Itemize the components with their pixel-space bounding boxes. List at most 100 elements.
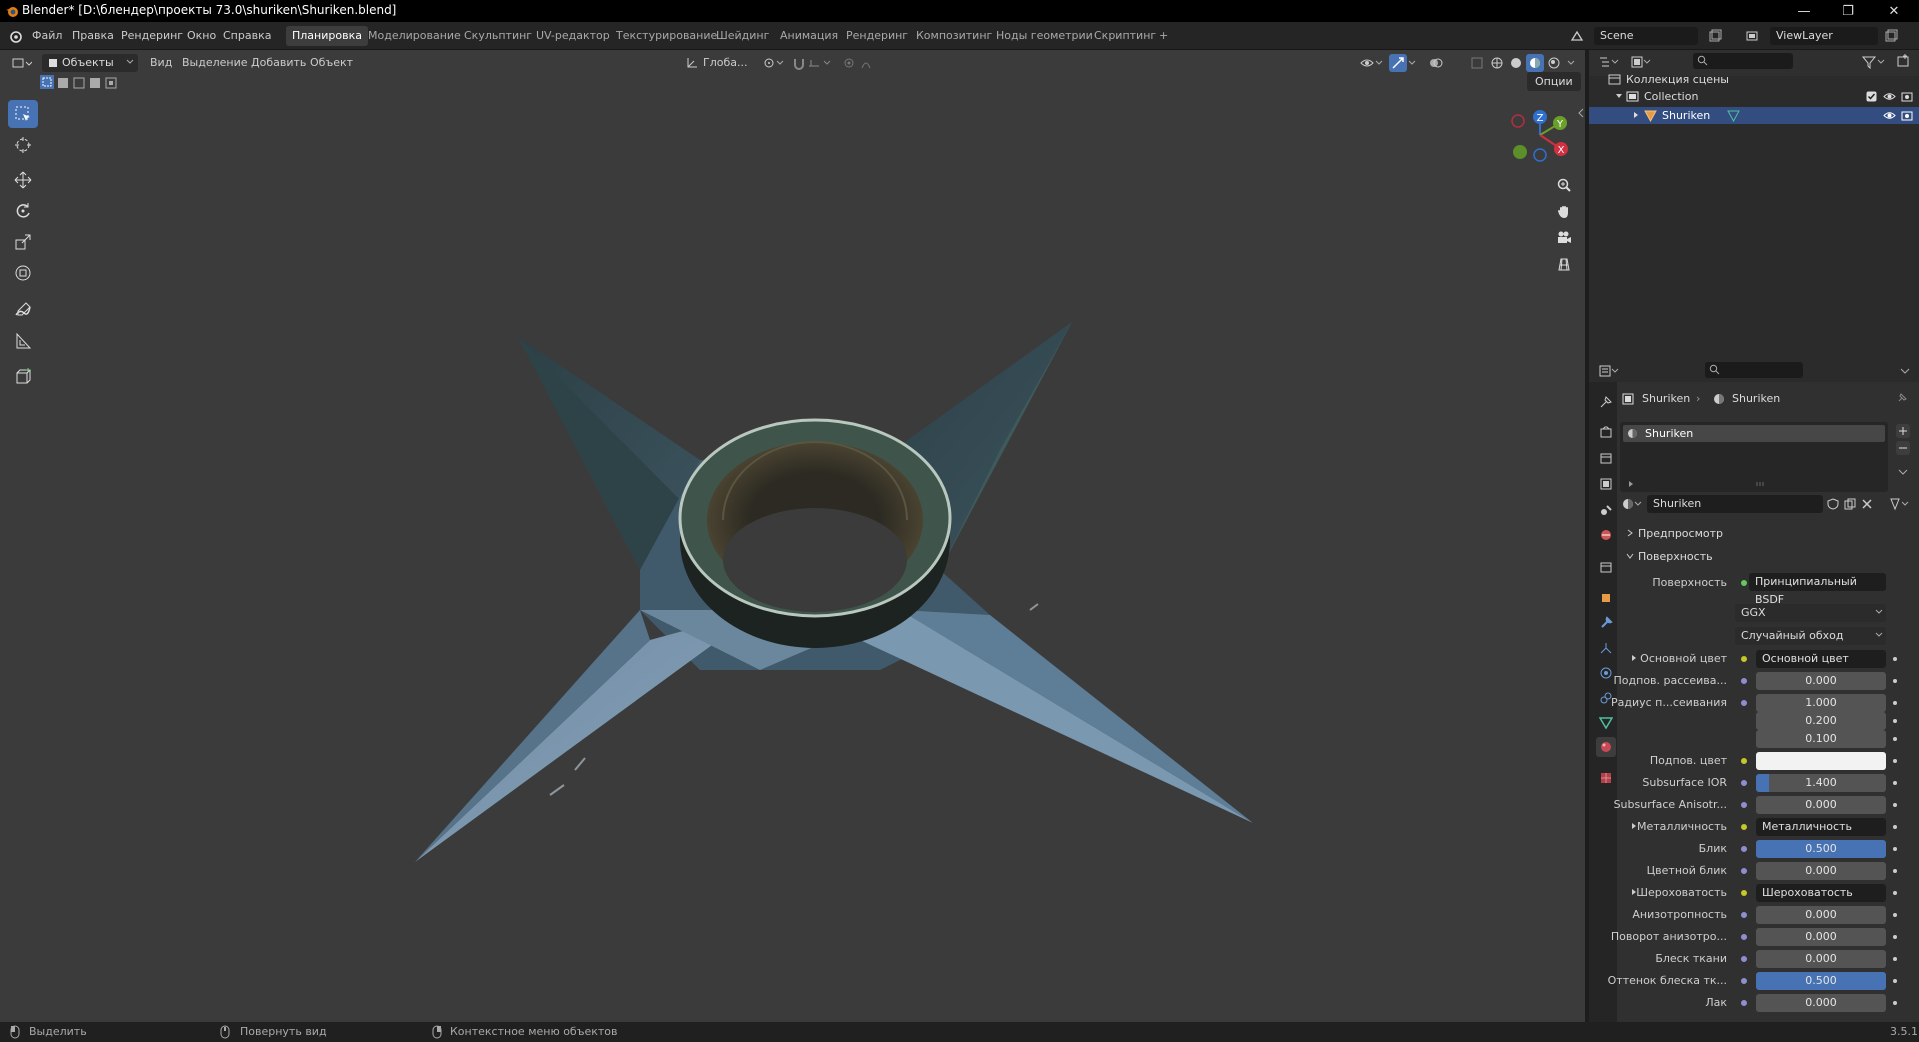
menu-help[interactable]: Справка [223, 29, 271, 42]
shading-options-icon[interactable] [1566, 56, 1576, 70]
new-collection-icon[interactable] [1896, 54, 1910, 68]
render-tab-icon[interactable] [1596, 422, 1616, 442]
menu-object[interactable]: Объект [310, 56, 353, 69]
cursor-tool[interactable] [8, 131, 38, 159]
close-window-button[interactable]: ✕ [1872, 0, 1916, 22]
zoom-view-button[interactable] [1553, 174, 1575, 196]
properties-options-icon[interactable] [1900, 366, 1910, 376]
scene-selector[interactable]: Scene [1594, 27, 1698, 45]
scene-tab-icon[interactable] [1596, 500, 1616, 520]
input-socket-dot[interactable] [1741, 912, 1747, 918]
subsurface-method-dropdown[interactable]: Случайный обход [1735, 627, 1886, 645]
tool-tab-icon[interactable] [1596, 392, 1616, 412]
outliner-row-shuriken[interactable]: Shuriken [1589, 107, 1919, 124]
number-field[interactable]: 0.100 [1756, 730, 1886, 748]
keyframe-dot[interactable] [1893, 847, 1897, 851]
output-tab-icon[interactable] [1596, 448, 1616, 468]
sidebar-toggle-icon[interactable] [1578, 108, 1584, 118]
browse-material-icon[interactable] [1622, 497, 1642, 511]
expand-arrow-icon[interactable] [1630, 654, 1638, 662]
number-field[interactable]: 1.000 [1756, 694, 1886, 712]
input-socket-dot[interactable] [1741, 956, 1747, 962]
number-field[interactable]: 0.500 [1756, 972, 1886, 990]
wireframe-shading-icon[interactable] [1490, 56, 1504, 70]
mesh-data-icon[interactable] [1727, 109, 1740, 122]
menu-edit[interactable]: Правка [72, 29, 114, 42]
gizmo-toggle-icon[interactable] [1389, 54, 1407, 72]
mesh-data-tab-icon[interactable] [1596, 713, 1616, 733]
add-workspace-button[interactable]: + [1153, 26, 1174, 46]
add-slot-button[interactable] [1896, 424, 1910, 438]
input-socket-dot[interactable] [1741, 978, 1747, 984]
outliner-row-collection[interactable]: Collection [1608, 89, 1919, 106]
number-field[interactable]: 0.200 [1756, 712, 1886, 730]
display-mode-icon[interactable] [1630, 55, 1652, 69]
workspace-tab-compositing[interactable]: Композитинг [910, 26, 998, 46]
texture-tab-icon[interactable] [1596, 768, 1616, 788]
proportional-editing-icon[interactable] [842, 56, 882, 70]
eye-icon[interactable] [1883, 91, 1896, 102]
fake-user-shield-icon[interactable] [1827, 498, 1839, 510]
input-socket-dot[interactable] [1741, 846, 1747, 852]
workspace-tab-animation[interactable]: Анимация [774, 26, 844, 46]
keyframe-dot[interactable] [1893, 957, 1897, 961]
keyframe-dot[interactable] [1893, 1001, 1897, 1005]
world-tab-icon[interactable] [1596, 525, 1616, 545]
input-socket-dot[interactable] [1741, 678, 1747, 684]
scale-tool[interactable] [8, 228, 38, 256]
surface-shader-field[interactable]: Принципиальный BSDF [1749, 573, 1886, 606]
menu-file[interactable]: Файл [32, 29, 62, 42]
input-socket-dot[interactable] [1741, 890, 1747, 896]
duplicate-material-icon[interactable] [1844, 498, 1856, 510]
number-field[interactable]: 0.000 [1756, 796, 1886, 814]
expand-arrow-icon[interactable] [1628, 480, 1634, 488]
workspace-tab-geometry-nodes[interactable]: Ноды геометрии [990, 26, 1099, 46]
input-socket-dot[interactable] [1741, 780, 1747, 786]
eye-icon[interactable] [1883, 110, 1896, 121]
minimize-button[interactable]: — [1782, 0, 1826, 22]
pan-view-button[interactable] [1553, 200, 1575, 222]
navigation-gizmo[interactable]: Z Y X [1505, 105, 1575, 165]
input-socket-dot[interactable] [1741, 1000, 1747, 1006]
keyframe-dot[interactable] [1893, 759, 1897, 763]
properties-editor-type-icon[interactable] [1598, 364, 1620, 378]
view-layer-selector[interactable]: ViewLayer [1770, 27, 1878, 45]
3d-viewport[interactable] [0, 50, 1585, 1022]
menu-window[interactable]: Окно [187, 29, 216, 42]
linked-input-field[interactable]: Шероховатость [1756, 884, 1886, 902]
workspace-tab-texturing[interactable]: Текстурирование [610, 26, 723, 46]
keyframe-dot[interactable] [1893, 657, 1897, 661]
keyframe-dot[interactable] [1893, 935, 1897, 939]
outliner-search-input[interactable] [1693, 53, 1793, 69]
number-field[interactable]: 1.400 [1756, 774, 1886, 792]
maximize-button[interactable]: ❐ [1826, 0, 1870, 22]
input-socket-dot[interactable] [1741, 656, 1747, 662]
keyframe-dot[interactable] [1893, 803, 1897, 807]
pivot-point-icon[interactable] [763, 56, 785, 70]
collection-tab-icon[interactable] [1596, 557, 1616, 577]
linked-input-field[interactable]: Основной цвет [1756, 650, 1886, 668]
move-tool[interactable] [8, 166, 38, 194]
input-socket-dot[interactable] [1741, 802, 1747, 808]
overlays-icon[interactable] [1428, 56, 1444, 70]
keyframe-dot[interactable] [1893, 737, 1897, 741]
workspace-tab-modeling[interactable]: Моделирование [362, 26, 467, 46]
unlink-material-icon[interactable] [1861, 498, 1873, 510]
transform-tool[interactable] [8, 259, 38, 287]
surface-panel-header[interactable]: Поверхность [1620, 548, 1910, 566]
keyframe-dot[interactable] [1893, 701, 1897, 705]
gizmo-dropdown-icon[interactable] [1407, 56, 1417, 70]
material-preview-shading-icon[interactable] [1526, 54, 1544, 72]
new-scene-icon[interactable] [1708, 29, 1722, 43]
expand-arrow-icon[interactable] [1632, 111, 1640, 119]
solid-shading-icon[interactable] [1509, 56, 1523, 70]
input-socket-dot[interactable] [1741, 934, 1747, 940]
workspace-tab-sculpting[interactable]: Скульптинг [458, 26, 538, 46]
input-socket-dot[interactable] [1741, 868, 1747, 874]
shuriken-model[interactable] [0, 50, 1585, 1022]
new-view-layer-icon[interactable] [1884, 29, 1898, 43]
view-layer-tab-icon[interactable] [1596, 474, 1616, 494]
material-name-field[interactable]: Shuriken [1647, 495, 1823, 513]
input-socket-dot[interactable] [1741, 824, 1747, 830]
mode-selector[interactable]: Объекты [42, 54, 138, 72]
